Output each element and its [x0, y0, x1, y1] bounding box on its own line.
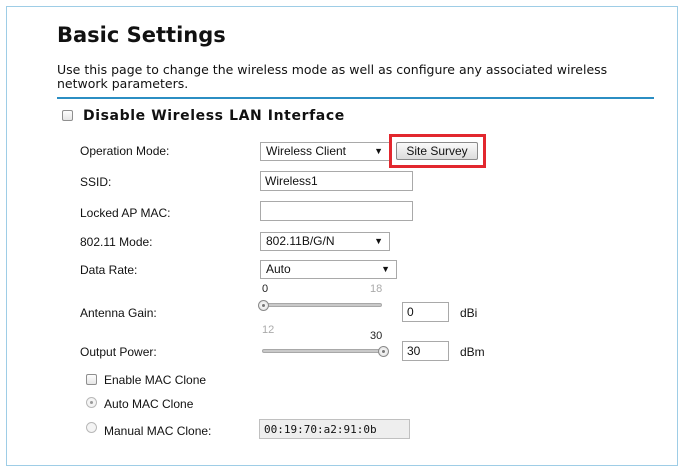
- enable-mac-clone-checkbox[interactable]: [86, 374, 97, 385]
- data-rate-label: Data Rate:: [80, 263, 138, 277]
- operation-mode-select[interactable]: Wireless Client ▼: [260, 142, 390, 161]
- mode-80211-label: 802.11 Mode:: [80, 235, 153, 249]
- chevron-down-icon: ▼: [374, 236, 383, 246]
- page-title: Basic Settings: [57, 23, 226, 47]
- disable-wlan-label: Disable Wireless LAN Interface: [83, 108, 345, 124]
- output-power-min: 12: [262, 324, 275, 336]
- antenna-gain-label: Antenna Gain:: [80, 306, 157, 320]
- manual-mac-clone-radio[interactable]: [86, 422, 97, 433]
- data-rate-value: Auto: [266, 262, 291, 276]
- manual-mac-clone-input[interactable]: [259, 419, 410, 439]
- antenna-gain-slider[interactable]: [262, 303, 382, 307]
- antenna-gain-input[interactable]: [402, 302, 449, 322]
- mode-80211-select[interactable]: 802.11B/G/N ▼: [260, 232, 390, 251]
- auto-mac-clone-label: Auto MAC Clone: [104, 397, 194, 411]
- antenna-gain-unit: dBi: [460, 306, 478, 320]
- operation-mode-value: Wireless Client: [266, 144, 347, 158]
- manual-mac-clone-label: Manual MAC Clone:: [104, 424, 212, 438]
- output-power-max: 30: [370, 330, 383, 342]
- header-divider: [57, 97, 654, 99]
- ssid-input[interactable]: [260, 171, 413, 191]
- data-rate-select[interactable]: Auto ▼: [260, 260, 397, 279]
- antenna-gain-min: 0: [262, 283, 269, 295]
- locked-ap-mac-input[interactable]: [260, 201, 413, 221]
- ssid-label: SSID:: [80, 175, 112, 189]
- disable-wlan-checkbox[interactable]: [62, 110, 73, 121]
- locked-ap-mac-label: Locked AP MAC:: [80, 206, 171, 220]
- output-power-unit: dBm: [460, 345, 485, 359]
- output-power-label: Output Power:: [80, 345, 157, 359]
- output-power-slider[interactable]: [262, 349, 382, 353]
- site-survey-button[interactable]: Site Survey: [396, 142, 478, 160]
- chevron-down-icon: ▼: [374, 146, 383, 156]
- page-description: Use this page to change the wireless mod…: [57, 62, 608, 91]
- mode-80211-value: 802.11B/G/N: [266, 234, 335, 248]
- antenna-gain-slider-thumb[interactable]: [258, 300, 269, 311]
- auto-mac-clone-radio[interactable]: [86, 397, 97, 408]
- enable-mac-clone-label: Enable MAC Clone: [104, 373, 207, 387]
- output-power-input[interactable]: [402, 341, 449, 361]
- chevron-down-icon: ▼: [381, 264, 390, 274]
- antenna-gain-max: 18: [370, 283, 383, 295]
- output-power-slider-thumb[interactable]: [378, 346, 389, 357]
- operation-mode-label: Operation Mode:: [80, 144, 170, 158]
